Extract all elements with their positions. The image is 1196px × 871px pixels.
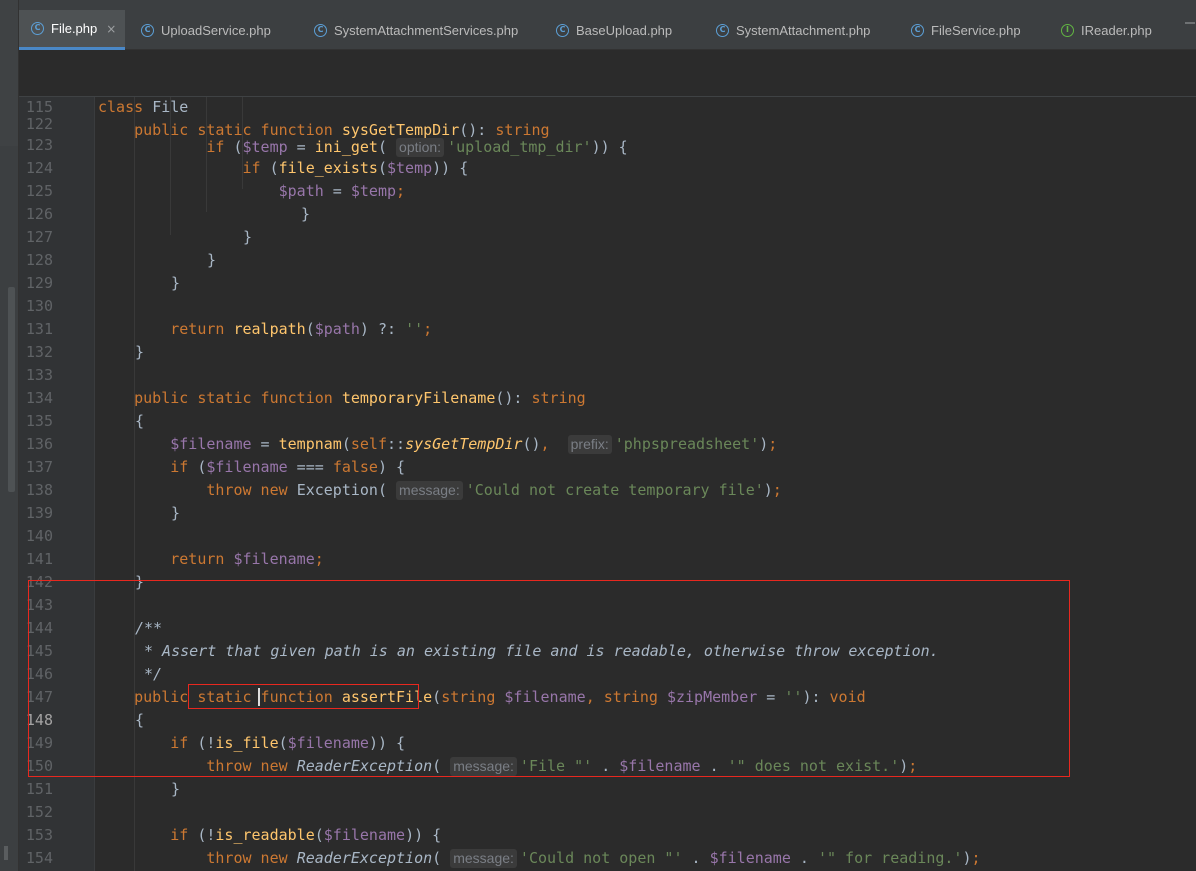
- tab-label: UploadService.php: [161, 22, 271, 38]
- sticky-scope-line[interactable]: 115 public static function sysGetTempDir…: [19, 73, 1196, 139]
- code-line[interactable]: 130 return realpath($path) ?: '';: [19, 272, 1196, 338]
- tab-overflow-icon[interactable]: [1185, 22, 1195, 38]
- code-line[interactable]: 134 {: [19, 364, 1196, 430]
- code-line-current[interactable]: 148 if (!is_file($filename)) {: [19, 686, 1196, 752]
- text-caret: [258, 688, 260, 706]
- code-line[interactable]: 153 throw new ReaderException( message: '…: [19, 801, 1196, 868]
- class-icon: C: [716, 23, 729, 37]
- code-line[interactable]: 131 }: [19, 295, 1196, 361]
- class-icon: C: [141, 23, 154, 37]
- code-line[interactable]: 146 public static function assertFile(st…: [19, 640, 1196, 706]
- close-icon[interactable]: ×: [106, 22, 116, 36]
- code-line[interactable]: 135 $filename = tempnam(self::sysGetTemp…: [19, 387, 1196, 454]
- code-line[interactable]: 126 }: [19, 180, 1196, 246]
- tool-window-strip: [0, 0, 19, 871]
- code-line[interactable]: 133 public static function temporaryFile…: [19, 341, 1196, 407]
- tab-label: IReader.php: [1081, 22, 1152, 38]
- code-line[interactable]: 154 }: [19, 824, 1196, 867]
- line-number: 115: [25, 98, 53, 116]
- tab-label: BaseUpload.php: [576, 22, 673, 38]
- editor-tab-bar: C File.php × C UploadService.php C Syste…: [19, 0, 1196, 50]
- code-line[interactable]: 143 /**: [19, 571, 1196, 637]
- tab-base-upload[interactable]: C BaseUpload.php: [544, 10, 672, 50]
- code-line[interactable]: 140 return $filename;: [19, 502, 1196, 568]
- code-line[interactable]: 139: [19, 479, 1196, 522]
- code-line[interactable]: 129: [19, 249, 1196, 292]
- code-line[interactable]: 125 }: [19, 157, 1196, 223]
- code-line[interactable]: 137 throw new Exception( message: 'Could …: [19, 433, 1196, 500]
- sticky-scope-line[interactable]: 9 class File: [19, 50, 1196, 116]
- code-line[interactable]: 141 }: [19, 525, 1196, 591]
- strip-indicator: [4, 846, 8, 860]
- code-line[interactable]: 138 }: [19, 456, 1196, 522]
- code-line[interactable]: 147 {: [19, 663, 1196, 729]
- tab-upload-service[interactable]: C UploadService.php: [129, 10, 271, 50]
- tab-file-php[interactable]: C File.php ×: [19, 10, 125, 50]
- class-icon: C: [314, 23, 327, 37]
- code-line[interactable]: 155: [19, 847, 1196, 870]
- code-line[interactable]: 150 }: [19, 732, 1196, 798]
- tab-label: File.php: [51, 21, 98, 36]
- code-line[interactable]: 151: [19, 755, 1196, 798]
- code-text: public static function sysGetTempDir(): …: [98, 121, 550, 139]
- code-line[interactable]: 144 * Assert that given path is an exist…: [19, 594, 1196, 660]
- code-line[interactable]: 149 throw new ReaderException( message: '…: [19, 709, 1196, 776]
- tab-label: SystemAttachment.php: [736, 22, 871, 38]
- code-line[interactable]: 136 if ($filename === false) {: [19, 410, 1196, 476]
- class-icon: C: [911, 23, 924, 37]
- tab-system-attachment-services[interactable]: C SystemAttachmentServices.php: [302, 10, 518, 50]
- code-line[interactable]: 145 */: [19, 617, 1196, 683]
- tab-system-attachment[interactable]: C SystemAttachment.php: [704, 10, 870, 50]
- code-line[interactable]: 142: [19, 548, 1196, 591]
- tab-ireader[interactable]: I IReader.php: [1049, 10, 1152, 50]
- strip-top-panel: [0, 0, 18, 146]
- code-line[interactable]: 132: [19, 318, 1196, 361]
- interface-icon: I: [1061, 23, 1074, 37]
- code-line[interactable]: 127 }: [19, 203, 1196, 269]
- code-line[interactable]: 152 if (!is_readable($filename)) {: [19, 778, 1196, 844]
- class-icon: C: [31, 22, 44, 35]
- tab-label: SystemAttachmentServices.php: [334, 22, 519, 38]
- tool-window-handle[interactable]: [8, 287, 15, 492]
- tab-label: FileService.php: [931, 22, 1021, 38]
- code-line[interactable]: 128 }: [19, 226, 1196, 292]
- class-icon: C: [556, 23, 569, 37]
- sticky-separator: [19, 96, 1196, 97]
- code-text: class File: [98, 98, 189, 116]
- tab-file-service[interactable]: C FileService.php: [899, 10, 1021, 50]
